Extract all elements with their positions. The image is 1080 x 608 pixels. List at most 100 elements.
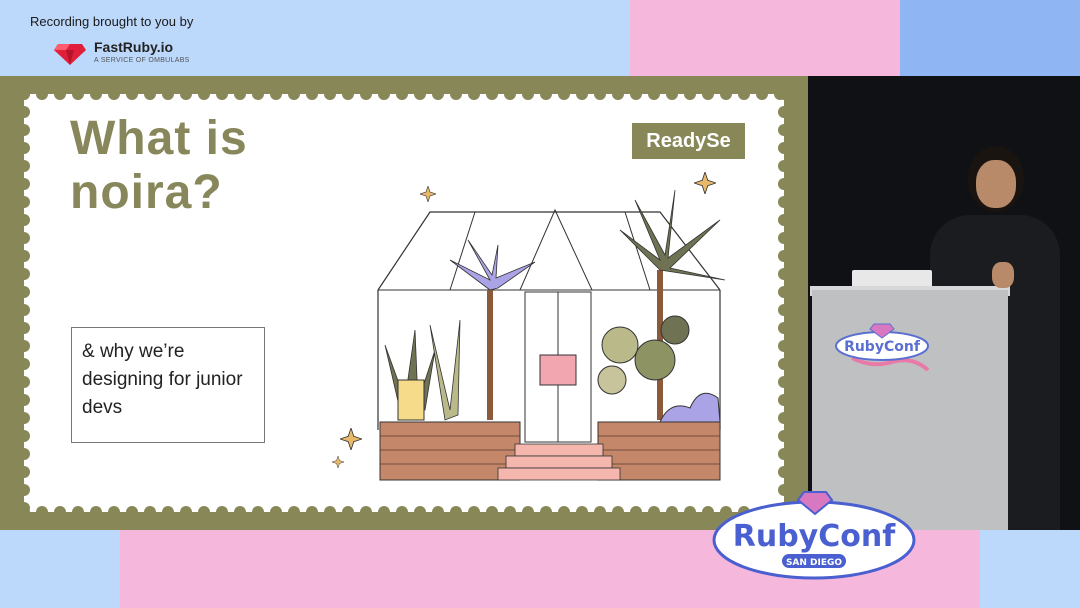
perforation-dot [468, 506, 480, 518]
perforation-dot [738, 88, 750, 100]
perforation-dot [666, 88, 678, 100]
slide-tag: ReadySe [632, 123, 745, 159]
perforation-dot [594, 88, 606, 100]
perforation-dot [778, 124, 790, 136]
perforation-dot [378, 506, 390, 518]
perforation-dot [324, 506, 336, 518]
perforation-dot [778, 358, 790, 370]
perforation-dot [540, 88, 552, 100]
perforation-dot [522, 506, 534, 518]
perforation-dot [18, 250, 30, 262]
perforation-dot [90, 506, 102, 518]
svg-text:SAN DIEGO: SAN DIEGO [786, 558, 842, 568]
sponsor-brand: FastRuby.io [94, 39, 174, 55]
perforation-dot [778, 304, 790, 316]
sparkle-icon [340, 428, 362, 450]
perforation-dot [778, 394, 790, 406]
perforation-dot [18, 232, 30, 244]
perforation-dot [252, 88, 264, 100]
perforation-dot [306, 506, 318, 518]
svg-text:RubyConf: RubyConf [844, 339, 921, 355]
perforation-dot [360, 506, 372, 518]
perforation-dot [666, 506, 678, 518]
perforation-dot [18, 88, 30, 100]
perforation-dot [778, 106, 790, 118]
sparkle-icon [420, 186, 436, 202]
perforation-dot [522, 88, 534, 100]
perforation-dot [18, 142, 30, 154]
perforation-dot [162, 506, 174, 518]
perforation-dot [630, 88, 642, 100]
perforation-dot [468, 88, 480, 100]
perforation-dot [414, 506, 426, 518]
perforation-dot [306, 88, 318, 100]
perforation-dot [18, 214, 30, 226]
perforation-dot [108, 88, 120, 100]
perforation-dot [162, 88, 174, 100]
perforation-dot [180, 88, 192, 100]
perforation-dot [198, 506, 210, 518]
perforation-dot [504, 88, 516, 100]
perforation-dot [450, 506, 462, 518]
perforation-dot [252, 506, 264, 518]
ruby-gem-icon [54, 44, 86, 65]
perforation-dot [360, 88, 372, 100]
perforation-dot [648, 506, 660, 518]
perforation-dot [558, 506, 570, 518]
greenhouse-illustration [377, 189, 726, 481]
slide-title-line1: What is [70, 112, 248, 165]
perforation-dot [18, 466, 30, 478]
perforation-dot [288, 506, 300, 518]
bg-band-top-right [900, 0, 1080, 76]
perforation-dot [778, 196, 790, 208]
perforation-dot [778, 88, 790, 100]
perforation-dot [54, 506, 66, 518]
perforation-dot [144, 88, 156, 100]
perforation-dot [778, 250, 790, 262]
perforation-dot [486, 506, 498, 518]
perforation-dot [576, 506, 588, 518]
perforation-dot [90, 88, 102, 100]
perforation-dot [288, 88, 300, 100]
perforation-dot [778, 376, 790, 388]
perforation-dot [18, 502, 30, 514]
perforation-dot [216, 506, 228, 518]
sparkle-icon [332, 456, 344, 468]
perforation-dot [54, 88, 66, 100]
sponsor-intro: Recording brought to you by [30, 14, 194, 29]
perforation-dot [486, 88, 498, 100]
perforation-dot [18, 340, 30, 352]
perforation-dot [648, 88, 660, 100]
podium-rubyconf-logo: RubyConf [835, 323, 930, 372]
perforation-dot [684, 506, 696, 518]
perforation-dot [342, 88, 354, 100]
perforation-dot [324, 88, 336, 100]
perforation-dot [778, 214, 790, 226]
perforation-dot [18, 322, 30, 334]
rubyconf-logo: RubyConf SAN DIEGO [712, 491, 916, 580]
perforation-dot [18, 358, 30, 370]
perforation-dot [778, 286, 790, 298]
slide-title: What is noira? [70, 112, 350, 220]
perforation-dot [720, 88, 732, 100]
perforation-dot [778, 232, 790, 244]
perforation-dot [612, 88, 624, 100]
perforation-dot [778, 322, 790, 334]
perforation-dot [450, 88, 462, 100]
perforation-dot [270, 88, 282, 100]
perforation-dot [778, 340, 790, 352]
perforation-dot [234, 88, 246, 100]
perforation-dot [234, 506, 246, 518]
perforation-dot [126, 506, 138, 518]
sponsor-banner: Recording brought to you by FastRuby.io … [30, 14, 310, 74]
perforation-dot [198, 88, 210, 100]
perforation-dot [18, 376, 30, 388]
perforation-dot [270, 506, 282, 518]
perforation-dot [378, 88, 390, 100]
slide-title-line2: noira? [70, 166, 223, 219]
perforation-dot [778, 412, 790, 424]
perforation-dot [756, 88, 768, 100]
perforation-dot [778, 448, 790, 460]
perforation-dot [72, 88, 84, 100]
perforation-dot [72, 506, 84, 518]
